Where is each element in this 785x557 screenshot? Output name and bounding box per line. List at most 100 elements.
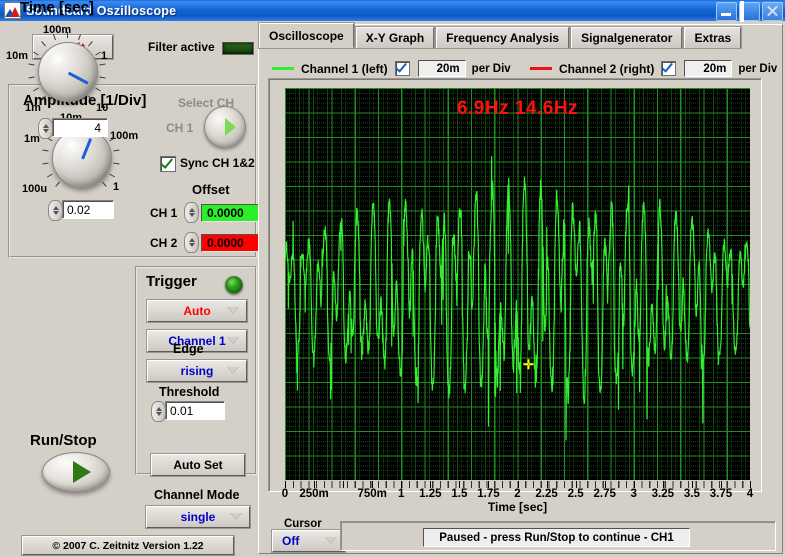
filter-active-led [222,42,254,55]
x-tick-label: 1 [398,488,405,500]
offset-ch1-value[interactable]: 0.0000 [201,203,261,222]
sync-channels-checkbox[interactable] [159,155,176,172]
knob-tick [28,76,35,79]
minimize-icon[interactable] [716,2,737,21]
amplitude-group: Amplitude [1/Div] 1m 10m 100m 100u 1 0.0… [8,84,261,258]
x-axis-major-tick [372,481,374,488]
x-axis-major-tick [604,481,606,488]
maximize-icon[interactable] [739,1,760,22]
amplitude-tick-label-1m: 1m [24,133,40,145]
cursor-combo[interactable]: Off [272,530,345,552]
window-controls [716,1,783,22]
run-stop-button[interactable] [42,452,110,492]
chevron-down-icon [325,537,337,544]
tab-signalgenerator[interactable]: Signalgenerator [571,27,683,48]
x-axis-major-tick [575,481,577,488]
knob-tick [46,173,53,177]
channel1-perdiv-field[interactable]: 20m [417,60,466,77]
threshold-spinner[interactable] [151,401,166,422]
knob-tick [28,63,35,66]
copyright-bar: © 2007 C. Zeitnitz Version 1.22 [22,536,234,555]
time-value-field[interactable]: 4 [52,118,108,137]
x-axis-major-tick [691,481,693,488]
trigger-edge-combo[interactable]: rising [147,360,247,382]
channel1-perdiv-label: per Div [471,62,511,75]
filter-active-label: Filter active [148,40,215,54]
frequency-readout: 6.9Hz 14.6Hz [456,98,579,119]
tab-oscilloscope[interactable]: Oscilloscope [259,23,354,48]
oscilloscope-plot[interactable]: 6.9Hz 14.6Hz ✛ [285,88,750,480]
x-axis-major-tick [430,481,432,488]
knob-tick [66,32,68,38]
trigger-title: Trigger [146,273,197,290]
x-tick-label: 2.5 [567,488,584,500]
channel1-label: Channel 1 (left) [301,61,388,76]
channel1-enable-checkbox[interactable] [394,60,410,76]
trigger-mode-combo[interactable]: Auto [147,300,247,322]
tab-xy-graph[interactable]: X-Y Graph [355,27,435,48]
x-tick-label: 2 [514,488,521,500]
run-stop-label: Run/Stop [30,432,97,449]
x-axis-major-tick [285,481,286,488]
channel2-legend-row: Channel 2 (right) 20m per Div [530,60,777,77]
select-ch-knob[interactable] [204,106,246,148]
x-tick-label: 0 [281,488,289,500]
x-tick-label: 3 [630,488,637,500]
amplitude-spinner[interactable] [48,200,63,221]
time-knob[interactable] [38,42,98,102]
time-spinner[interactable] [38,118,53,139]
x-tick-label: 3.25 [651,488,675,500]
channel-mode-combo[interactable]: single [146,506,250,528]
trigger-edge-label: Edge [173,342,204,356]
offset-ch2-value[interactable]: 0.0000 [201,233,261,252]
x-axis-major-tick [517,481,519,488]
knob-tick [101,181,107,188]
x-axis-major-tick [633,481,635,488]
trigger-group: Trigger Auto Channel 1 Edge rising Thres… [135,266,257,476]
channel2-enable-checkbox[interactable] [661,60,677,76]
knob-tick [42,149,49,152]
threshold-value-field[interactable]: 0.01 [165,401,225,420]
channel1-color-swatch [272,67,294,70]
status-message: Paused - press Run/Stop to continue - CH… [423,528,690,547]
knob-tick [113,162,120,165]
channel1-legend-row: Channel 1 (left) 20m per Div [272,60,511,77]
x-tick-label: 750m [357,488,387,500]
trigger-led [225,276,243,294]
x-axis-major-tick [662,481,664,488]
time-title: Time [sec] [20,0,94,16]
time-tick-label-10m: 10m [6,50,29,62]
channel2-label: Channel 2 (right) [559,61,655,76]
channel-mode-label: Channel Mode [154,488,240,502]
knob-tick [109,173,116,177]
auto-set-button[interactable]: Auto Set [151,454,245,476]
sync-channels-label: Sync CH 1&2 [180,156,255,170]
tab-extras[interactable]: Extras [684,27,742,48]
close-icon[interactable] [762,2,783,21]
offset-ch2-spinner[interactable] [184,232,199,253]
x-tick-label: 1.25 [419,488,442,500]
x-axis-major-tick [459,481,461,488]
waveform-icon [4,2,21,19]
amplitude-value-field[interactable]: 0.02 [62,200,114,219]
chevron-down-icon [227,367,239,374]
tab-frequency-analysis[interactable]: Frequency Analysis [436,27,570,48]
channel2-perdiv-field[interactable]: 20m [684,60,733,77]
play-icon [73,461,91,483]
select-ch-value-label: CH 1 [166,121,194,135]
tab-strip: Oscilloscope X-Y Graph Frequency Analysi… [259,23,743,48]
x-tick-label: 250m [299,488,329,500]
knob-tick [113,149,120,152]
time-tick-label-1m: 1m [25,102,41,114]
x-tick-label: 1.5 [451,488,468,500]
cursor-label: Cursor [284,518,322,530]
x-tick-label: 3.5 [683,488,700,500]
trigger-edge-value: rising [180,364,214,378]
channel-mode-value: single [180,510,216,524]
x-axis-major-tick [750,481,751,488]
knob-tick [55,181,61,188]
amplitude-knob[interactable] [52,128,112,188]
offset-ch1-spinner[interactable] [184,202,199,223]
chevron-down-icon [230,513,242,520]
knob-tick [99,63,106,66]
